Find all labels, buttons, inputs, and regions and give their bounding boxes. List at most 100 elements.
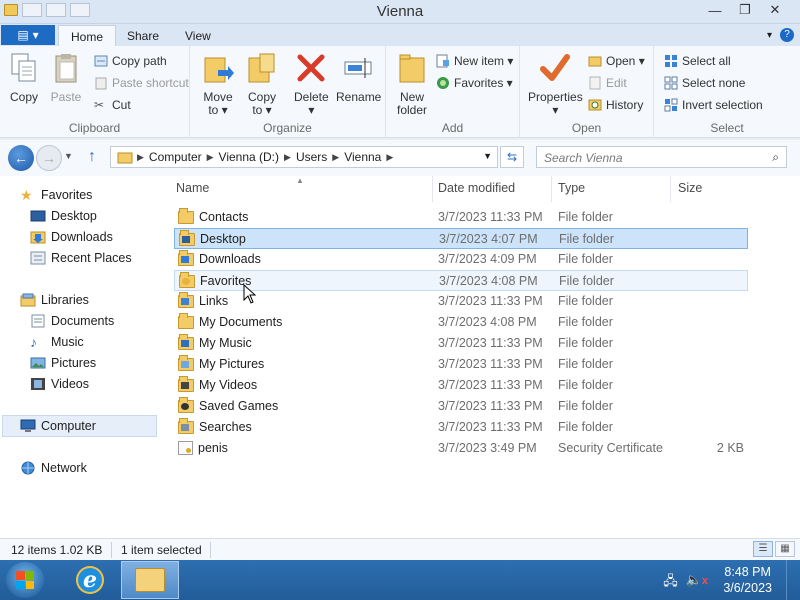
status-item-count: 12 items 1.02 KB (11, 543, 103, 557)
nav-videos[interactable]: Videos (30, 377, 89, 391)
taskbar-file-explorer[interactable] (121, 561, 179, 599)
file-date: 3/7/2023 11:33 PM (438, 420, 543, 434)
file-row-hover[interactable]: Favorites 3/7/2023 4:08 PM File folder (174, 270, 748, 291)
network-status-icon[interactable]: 🖧 (663, 572, 678, 594)
column-divider[interactable] (551, 176, 552, 202)
nav-downloads[interactable]: Downloads (30, 230, 113, 244)
desktop-icon (30, 210, 46, 222)
select-all-label: Select all (682, 54, 731, 68)
close-button[interactable]: ✕ (760, 0, 790, 20)
search-input[interactable]: Search Vienna ⌕ (536, 146, 787, 168)
copy-path-button[interactable]: Copy path (94, 54, 167, 68)
search-icon[interactable]: ⌕ (772, 150, 779, 165)
file-type: File folder (558, 252, 613, 266)
copy-to-button[interactable]: Copy to ▾ (246, 52, 278, 117)
file-row-selected[interactable]: Desktop 3/7/2023 4:07 PM File folder (174, 228, 748, 249)
clipboard-group: Copy Paste Copy path Paste shortcut ✂ Cu… (0, 46, 190, 138)
file-row[interactable]: penis 3/7/2023 3:49 PM Security Certific… (174, 438, 748, 459)
nav-computer[interactable]: Computer (20, 419, 96, 433)
copy-button[interactable]: Copy (8, 52, 40, 104)
nav-desktop[interactable]: Desktop (30, 209, 97, 223)
breadcrumb-vienna[interactable]: Vienna (339, 150, 386, 164)
tab-view[interactable]: View (173, 25, 223, 46)
breadcrumb-separator-icon[interactable]: ▶ (386, 152, 393, 163)
maximize-button[interactable]: ❐ (730, 0, 760, 20)
file-row[interactable]: Links 3/7/2023 11:33 PM File folder (174, 291, 748, 312)
nav-libraries[interactable]: Libraries (20, 293, 89, 307)
breadcrumb-separator-icon[interactable]: ▶ (284, 152, 291, 163)
file-date: 3/7/2023 4:07 PM (439, 232, 538, 246)
forward-button[interactable]: → (36, 145, 62, 171)
pictures-icon (30, 357, 46, 369)
cut-button[interactable]: ✂ Cut (94, 98, 131, 112)
file-row[interactable]: My Videos 3/7/2023 11:33 PM File folder (174, 375, 748, 396)
history-button[interactable]: History (588, 98, 643, 112)
delete-button[interactable]: Delete ▾ (294, 52, 329, 117)
invert-selection-button[interactable]: Invert selection (664, 98, 763, 112)
chevron-down-icon[interactable]: ▾ (767, 30, 772, 41)
music-note-icon: ♪ (30, 334, 37, 350)
easy-access-icon (437, 77, 449, 89)
new-item-icon (436, 54, 449, 68)
up-button[interactable]: ↑ (88, 148, 96, 166)
file-row[interactable]: Searches 3/7/2023 11:33 PM File folder (174, 417, 748, 438)
tab-home[interactable]: Home (58, 25, 117, 46)
open-button[interactable]: Open ▾ (588, 54, 645, 68)
delete-icon (297, 54, 325, 82)
file-row[interactable]: Saved Games 3/7/2023 11:33 PM File folde… (174, 396, 748, 417)
show-desktop-button[interactable] (786, 560, 800, 600)
minimize-button[interactable]: — (700, 0, 730, 20)
nav-recent-places[interactable]: Recent Places (30, 251, 132, 265)
nav-music[interactable]: ♪ Music (30, 335, 84, 349)
breadcrumb-drive[interactable]: Vienna (D:) (214, 150, 284, 164)
help-icon[interactable]: ? (780, 28, 794, 42)
edit-button[interactable]: Edit (588, 76, 627, 90)
move-to-button[interactable]: Move to ▾ (202, 52, 234, 117)
file-date: 3/7/2023 4:08 PM (439, 274, 538, 288)
breadcrumb-separator-icon[interactable]: ▶ (137, 152, 144, 163)
clock-time: 8:48 PM (724, 565, 771, 579)
back-button[interactable]: ← (8, 145, 34, 171)
file-row[interactable]: Downloads 3/7/2023 4:09 PM File folder (174, 249, 748, 270)
file-menu-button[interactable]: ▤ ▾ (1, 25, 55, 45)
taskbar-clock[interactable]: 8:48 PM 3/6/2023 (723, 564, 772, 596)
column-header-name[interactable]: Name (176, 181, 209, 195)
nav-favorites[interactable]: ★ Favorites (20, 188, 92, 202)
refresh-button[interactable]: ⇆ (500, 146, 524, 168)
column-header-type[interactable]: Type (558, 181, 585, 195)
nav-network[interactable]: Network (20, 461, 87, 475)
column-header-date[interactable]: Date modified (438, 181, 515, 195)
large-icons-view-icon[interactable]: ▦ (775, 541, 795, 557)
start-button[interactable] (6, 562, 44, 598)
file-row[interactable]: My Documents 3/7/2023 4:08 PM File folde… (174, 312, 748, 333)
new-folder-button[interactable]: New folder (396, 52, 428, 117)
address-bar[interactable]: ▶ Computer ▶ Vienna (D:) ▶ Users ▶ Vienn… (110, 146, 498, 168)
properties-button[interactable]: Properties ▾ (528, 52, 583, 117)
column-divider[interactable] (670, 176, 671, 202)
file-row[interactable]: My Pictures 3/7/2023 11:33 PM File folde… (174, 354, 748, 375)
column-divider[interactable] (432, 176, 433, 202)
file-row[interactable]: My Music 3/7/2023 11:33 PM File folder (174, 333, 748, 354)
nav-documents[interactable]: Documents (30, 314, 114, 328)
rename-button[interactable]: Rename (336, 52, 381, 104)
select-all-button[interactable]: Select all (664, 54, 731, 68)
address-dropdown-icon[interactable]: ▼ (483, 151, 492, 161)
volume-muted-icon[interactable]: 🔈x (686, 572, 708, 594)
nav-recent-places-label: Recent Places (51, 251, 132, 265)
easy-access-button[interactable]: Favorites ▾ (436, 76, 513, 90)
column-header-size[interactable]: Size (678, 181, 702, 195)
nav-pictures[interactable]: Pictures (30, 356, 96, 370)
new-item-button[interactable]: New item ▾ (436, 54, 513, 68)
taskbar-internet-explorer[interactable]: e (64, 562, 116, 598)
breadcrumb-separator-icon[interactable]: ▶ (332, 152, 339, 163)
breadcrumb-separator-icon[interactable]: ▶ (207, 152, 214, 163)
paste-shortcut-button[interactable]: Paste shortcut (94, 76, 189, 90)
details-view-icon[interactable]: ☰ (753, 541, 773, 557)
paste-button[interactable]: Paste (50, 52, 82, 104)
tab-share[interactable]: Share (115, 25, 171, 46)
breadcrumb-computer[interactable]: Computer (144, 150, 207, 164)
select-none-button[interactable]: Select none (664, 76, 745, 90)
file-row[interactable]: Contacts 3/7/2023 11:33 PM File folder (174, 207, 748, 228)
breadcrumb-users[interactable]: Users (291, 150, 332, 164)
recent-locations-dropdown[interactable]: ▼ (64, 151, 73, 161)
